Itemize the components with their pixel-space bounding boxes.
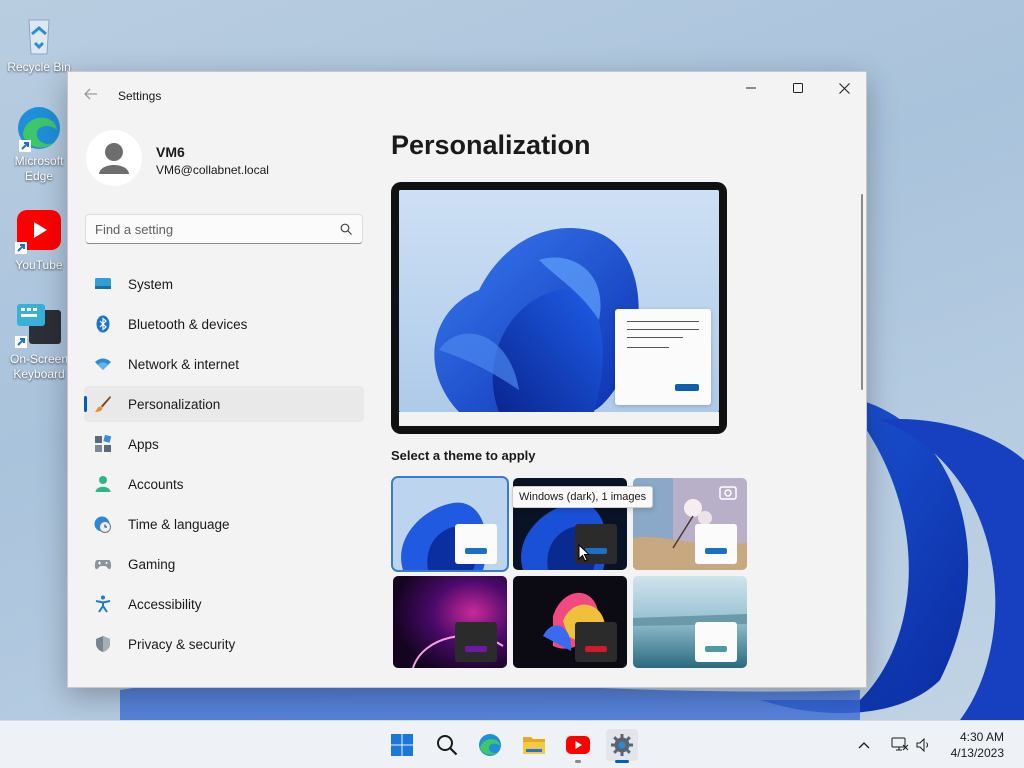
- theme-preview-window: [695, 622, 737, 662]
- preview-window: [615, 309, 711, 405]
- sidebar-nav: System Bluetooth & devices Network & int…: [84, 266, 364, 666]
- avatar[interactable]: [86, 130, 142, 186]
- file-explorer-icon: [523, 737, 545, 754]
- gamepad-icon: [94, 560, 112, 570]
- settings-icon: [611, 734, 633, 756]
- sidebar-item-label: Accounts: [128, 477, 184, 492]
- sidebar-item-network[interactable]: Network & internet: [84, 346, 364, 382]
- accessibility-icon: [95, 595, 111, 613]
- title-bar[interactable]: Settings: [68, 72, 866, 120]
- sidebar-item-label: Network & internet: [128, 357, 240, 372]
- shield-icon: [96, 636, 110, 652]
- sidebar-item-label: Accessibility: [128, 597, 202, 612]
- sidebar-item-label: Personalization: [128, 397, 221, 412]
- search-input[interactable]: [95, 220, 325, 238]
- theme-glow[interactable]: [393, 576, 507, 668]
- themes-section-label: Select a theme to apply: [391, 448, 536, 463]
- sidebar-item-label: Gaming: [128, 557, 176, 572]
- window-title: Settings: [118, 89, 162, 103]
- theme-windows-light[interactable]: [391, 476, 509, 572]
- sidebar-item-system[interactable]: System: [84, 266, 364, 302]
- chevron-up-icon: [858, 742, 870, 749]
- profile-email: VM6@collabnet.local: [156, 163, 269, 177]
- sidebar-item-personalization[interactable]: Personalization: [84, 386, 364, 422]
- brush-icon: [95, 396, 111, 412]
- sidebar-item-label: Bluetooth & devices: [128, 317, 248, 332]
- close-button[interactable]: [821, 72, 866, 104]
- desktop-icon-on-screen-keyboard[interactable]: On-Screen Keyboard: [1, 302, 77, 382]
- maximize-button[interactable]: [775, 72, 821, 104]
- theme-preview-window: [695, 524, 737, 564]
- page-title: Personalization: [391, 130, 591, 160]
- youtube-icon: [566, 736, 590, 754]
- theme-captured-motion[interactable]: [513, 576, 627, 668]
- preview-taskbar: [399, 412, 719, 426]
- theme-preview-window: [455, 622, 497, 662]
- sidebar-item-time-language[interactable]: Time & language: [84, 506, 364, 542]
- clock[interactable]: 4:30 AM 4/13/2023: [951, 729, 1004, 761]
- theme-tooltip: Windows (dark), 1 images: [512, 486, 654, 508]
- wifi-icon: [95, 358, 111, 370]
- back-button[interactable]: [80, 86, 102, 108]
- edge-icon: [479, 734, 501, 756]
- taskbar-file-explorer-button[interactable]: [518, 729, 550, 761]
- search-icon: [437, 735, 458, 756]
- sidebar-item-label: Time & language: [128, 517, 230, 532]
- sidebar-item-privacy-security[interactable]: Privacy & security: [84, 626, 364, 662]
- scrollbar[interactable]: [861, 194, 863, 390]
- settings-window: Settings VM6 VM6@collabnet.local System …: [67, 71, 867, 688]
- close-icon: [838, 82, 850, 94]
- theme-preview-window: [455, 524, 497, 564]
- clock-globe-icon: [94, 516, 111, 533]
- show-hidden-icons-button[interactable]: [853, 729, 875, 761]
- sidebar-item-label: Apps: [128, 437, 159, 452]
- user-icon: [99, 143, 129, 174]
- search-icon[interactable]: [340, 223, 352, 235]
- bluetooth-icon: [96, 315, 110, 333]
- back-arrow-icon: [84, 88, 97, 100]
- system-icon: [95, 278, 111, 289]
- recycle-bin-icon: [15, 10, 63, 58]
- sidebar-item-label: System: [128, 277, 174, 292]
- taskbar-settings-button[interactable]: [606, 729, 638, 763]
- network-status-button[interactable]: [888, 729, 912, 761]
- theme-flow[interactable]: [633, 576, 747, 668]
- sidebar-item-bluetooth[interactable]: Bluetooth & devices: [84, 306, 364, 342]
- clock-time: 4:30 AM: [959, 730, 1004, 744]
- sidebar-item-label: Privacy & security: [128, 637, 236, 652]
- minimize-button[interactable]: [728, 72, 774, 104]
- maximize-icon: [793, 83, 803, 93]
- volume-button[interactable]: [912, 729, 936, 761]
- start-icon: [391, 734, 413, 756]
- sidebar-item-gaming[interactable]: Gaming: [84, 546, 364, 582]
- desktop-icon-youtube[interactable]: YouTube: [1, 208, 77, 273]
- start-button[interactable]: [386, 729, 418, 761]
- desktop-icon-edge[interactable]: Microsoft Edge: [1, 104, 77, 184]
- theme-preview: [391, 182, 727, 434]
- accounts-icon: [95, 476, 111, 492]
- sidebar-item-accessibility[interactable]: Accessibility: [84, 586, 364, 622]
- minimize-icon: [746, 87, 756, 89]
- taskbar-search-button[interactable]: [431, 729, 463, 761]
- sidebar-item-accounts[interactable]: Accounts: [84, 466, 364, 502]
- taskbar-youtube-button[interactable]: [562, 729, 594, 763]
- network-icon: [891, 737, 909, 751]
- taskbar: 4:30 AM 4/13/2023: [0, 720, 1024, 768]
- desktop-icon-recycle-bin[interactable]: Recycle Bin: [1, 10, 77, 75]
- taskbar-edge-button[interactable]: [474, 729, 506, 761]
- keyboard-icon: [15, 302, 63, 350]
- sidebar-item-apps[interactable]: Apps: [84, 426, 364, 462]
- mouse-cursor-icon: [578, 544, 590, 562]
- youtube-icon: [15, 208, 63, 256]
- edge-icon: [15, 104, 63, 152]
- theme-preview-window: [575, 622, 617, 662]
- apps-icon: [95, 435, 112, 452]
- search-box[interactable]: [85, 214, 363, 244]
- clock-date: 4/13/2023: [950, 746, 1004, 760]
- profile-name: VM6: [156, 144, 185, 160]
- volume-icon: [916, 738, 928, 752]
